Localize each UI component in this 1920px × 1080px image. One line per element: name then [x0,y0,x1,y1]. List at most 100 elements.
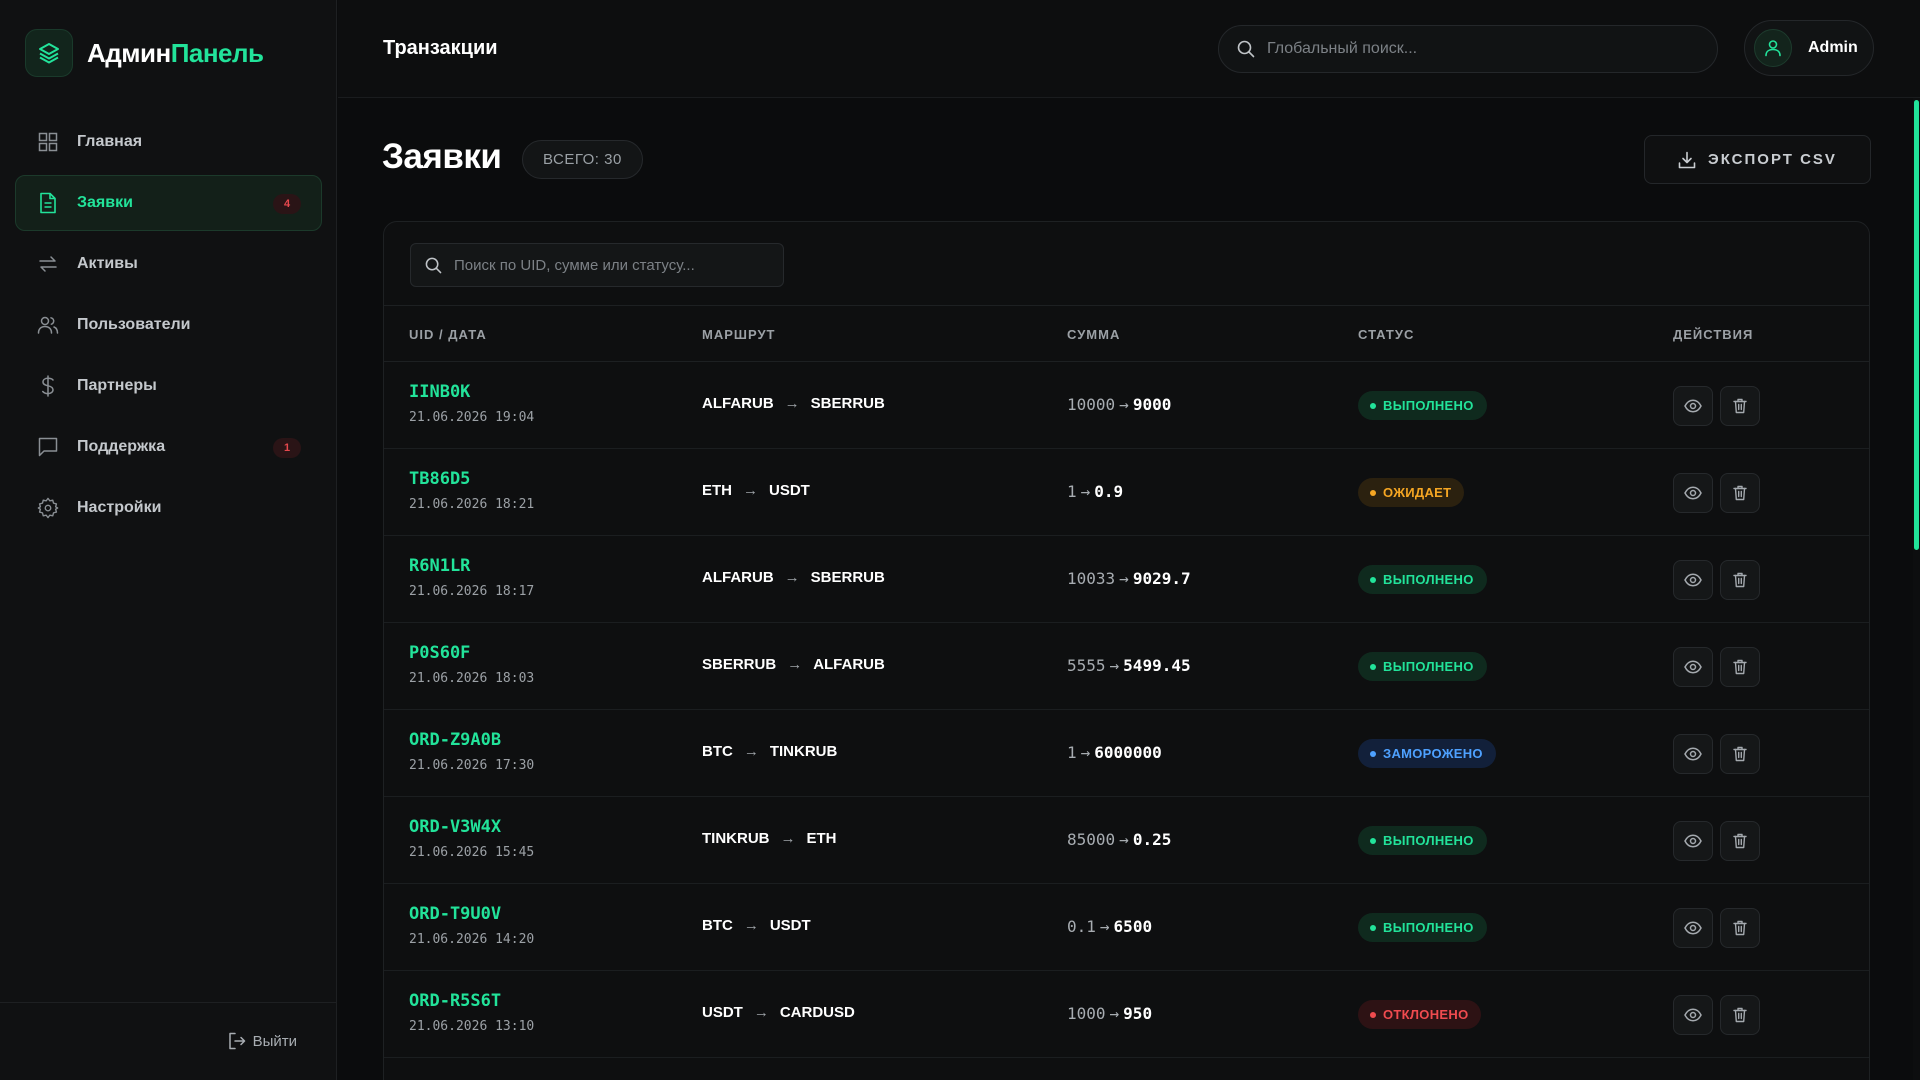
column-header-amount[interactable]: СУММА [1067,327,1120,342]
status-dot [1370,924,1376,931]
status-badge: ОТКЛОНЕНО [1358,1000,1482,1029]
logout-label: Выйти [252,1032,297,1050]
export-csv-button[interactable]: ЭКСПОРТ CSV [1644,135,1871,184]
table-row[interactable]: TB86D5 21.06.2026 18:21 ETH → USDT 1 → 0… [384,449,1869,536]
scrollbar-thumb[interactable] [1914,100,1919,550]
table-row[interactable]: ORD-V3W4X 21.06.2026 15:45 TINKRUB → ETH… [384,797,1869,884]
delete-button[interactable] [1720,908,1760,948]
route-from: ALFARUB [702,395,774,412]
delete-button[interactable] [1720,647,1760,687]
order-uid[interactable]: TB86D5 [409,469,470,489]
grid-icon [37,131,59,153]
sidebar-item-assets[interactable]: Активы [15,236,322,292]
order-uid[interactable]: ORD-T9U0V [409,904,501,924]
table-row[interactable]: R6N1LR 21.06.2026 18:17 ALFARUB → SBERRU… [384,536,1869,623]
user-menu[interactable]: Admin [1744,20,1874,76]
order-date: 21.06.2026 15:45 [409,845,535,860]
sidebar-item-settings[interactable]: Настройки [15,480,322,536]
arrow-right-icon: → [1119,569,1129,588]
arrow-right-icon: → [743,743,759,760]
arrow-right-icon: → [743,917,759,934]
view-button[interactable] [1673,908,1713,948]
sidebar-nav: Главная Заявки 4 Активы Пользователи Пар… [15,114,322,541]
order-uid[interactable]: R6N1LR [409,556,470,576]
table-row[interactable]: IINB0K 21.06.2026 19:04 ALFARUB → SBERRU… [384,362,1869,449]
amount-to: 5499.45 [1123,656,1191,675]
eye-icon [1684,1008,1702,1022]
page-title: Заявки [382,137,502,176]
view-button[interactable] [1673,473,1713,513]
amount-to: 6000000 [1094,743,1162,762]
table-row[interactable]: P0S60F 21.06.2026 18:03 SBERRUB → ALFARU… [384,623,1869,710]
view-button[interactable] [1673,386,1713,426]
order-date: 21.06.2026 18:17 [409,584,535,599]
row-actions [1673,995,1767,1035]
sidebar-item-home[interactable]: Главная [15,114,322,170]
arrow-right-icon: → [743,482,758,499]
order-uid[interactable]: IINB0K [409,382,470,402]
row-actions [1673,908,1767,948]
brand[interactable]: АдминПанель [25,29,264,77]
global-search[interactable] [1218,25,1718,73]
logout-button[interactable]: Выйти [228,1032,297,1050]
table-search[interactable] [410,243,784,287]
page-scrollbar[interactable] [1913,98,1920,1080]
amount: 10000 → 9000 [1067,395,1171,414]
export-label: ЭКСПОРТ CSV [1708,151,1837,168]
eye-icon [1684,834,1702,848]
route-from: USDT [702,1004,743,1021]
column-header-status[interactable]: СТАТУС [1358,327,1414,342]
sidebar-item-users[interactable]: Пользователи [15,297,322,353]
arrow-right-icon: → [787,656,803,673]
status-badge: ВЫПОЛНЕНО [1358,826,1487,855]
order-uid[interactable]: P0S60F [409,643,470,663]
view-button[interactable] [1673,647,1713,687]
trash-icon [1733,398,1747,414]
amount: 1 → 0.9 [1067,482,1123,501]
table-row[interactable]: ORD-R5S6T 21.06.2026 13:10 USDT → CARDUS… [384,971,1869,1058]
table-row[interactable]: ORD-T9U0V 21.06.2026 14:20 BTC → USDT 0.… [384,884,1869,971]
order-uid[interactable]: ORD-V3W4X [409,817,501,837]
delete-button[interactable] [1720,821,1760,861]
document-icon [37,192,59,214]
row-actions [1673,386,1767,426]
order-uid[interactable]: ORD-Z9A0B [409,730,501,750]
column-header-uid[interactable]: UID / ДАТА [409,327,487,342]
sidebar-item-partners[interactable]: Партнеры [15,358,322,414]
status-dot [1370,402,1376,409]
status-dot [1370,750,1376,757]
view-button[interactable] [1673,560,1713,600]
amount-from: 1 [1067,482,1077,501]
view-button[interactable] [1673,821,1713,861]
order-date: 21.06.2026 14:20 [409,932,535,947]
column-header-route[interactable]: МАРШРУТ [702,327,775,342]
route-from: ALFARUB [702,569,774,586]
route-to: USDT [769,482,810,499]
status-label: ЗАМОРОЖЕНО [1383,746,1483,761]
gear-icon [37,497,59,519]
delete-button[interactable] [1720,734,1760,774]
route-to: CARDUSD [779,1004,855,1021]
amount-from: 10033 [1067,569,1116,588]
table-header: UID / ДАТА МАРШРУТ СУММА СТАТУС ДЕЙСТВИЯ [384,306,1869,362]
view-button[interactable] [1673,734,1713,774]
global-search-input[interactable] [1267,40,1667,58]
sidebar-item-orders[interactable]: Заявки 4 [15,175,322,231]
sidebar-item-support[interactable]: Поддержка 1 [15,419,322,475]
status-label: ОЖИДАЕТ [1383,485,1452,500]
status-badge: ЗАМОРОЖЕНО [1358,739,1496,768]
amount: 10033 → 9029.7 [1067,569,1191,588]
delete-button[interactable] [1720,995,1760,1035]
delete-button[interactable] [1720,386,1760,426]
delete-button[interactable] [1720,560,1760,600]
orders-table-card: UID / ДАТА МАРШРУТ СУММА СТАТУС ДЕЙСТВИЯ… [383,221,1870,1080]
row-actions [1673,821,1767,861]
table-search-input[interactable] [454,256,774,274]
order-uid[interactable]: ORD-R5S6T [409,991,501,1011]
amount-from: 0.1 [1067,917,1096,936]
delete-button[interactable] [1720,473,1760,513]
brand-name: АдминПанель [87,37,264,68]
view-button[interactable] [1673,995,1713,1035]
table-row[interactable]: ORD-Z9A0B 21.06.2026 17:30 BTC → TINKRUB… [384,710,1869,797]
amount: 0.1 → 6500 [1067,917,1152,936]
